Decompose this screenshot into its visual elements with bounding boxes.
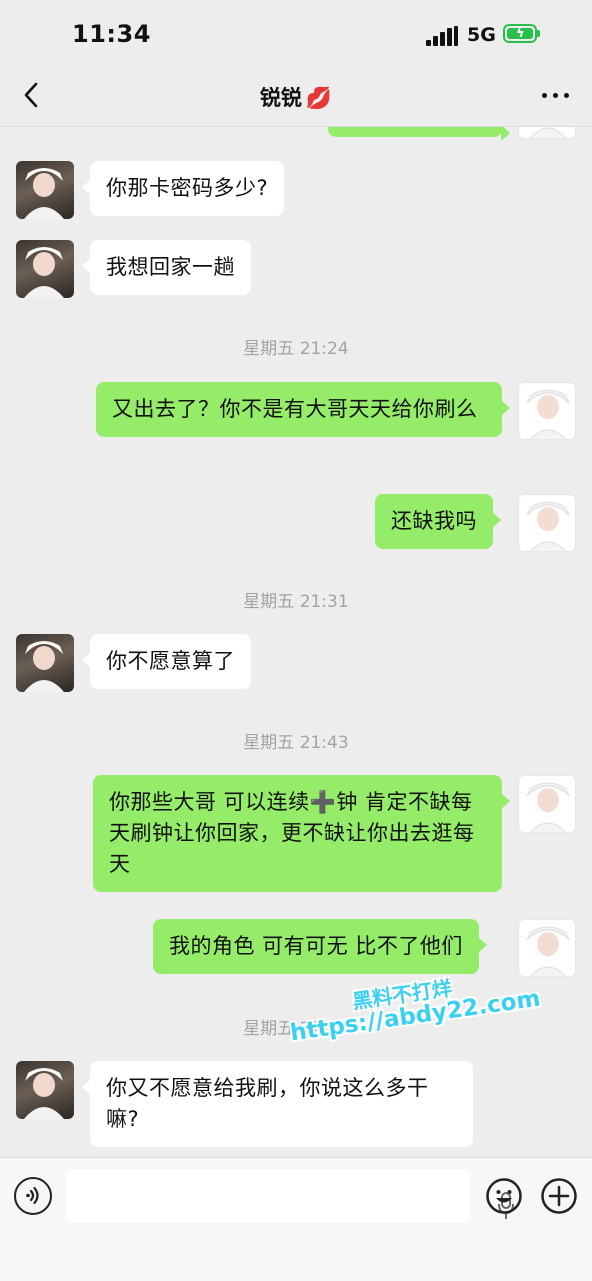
incoming-message[interactable]: 你不愿意算了 [82, 634, 251, 689]
timestamp: 星期五 22:13 [243, 1019, 349, 1039]
status-bar: 11:34 5G ϟ [0, 0, 592, 64]
chat-header: 锐锐 💋 [0, 64, 592, 127]
plus-icon[interactable] [540, 1177, 578, 1215]
status-time: 11:34 [72, 20, 151, 48]
self-avatar[interactable] [518, 382, 576, 440]
contact-avatar[interactable] [16, 634, 74, 692]
timestamp: 星期五 21:31 [243, 592, 349, 612]
signal-icon [426, 26, 460, 46]
message-list[interactable]: 你那卡密码多少? 我想回家一趟 星期五 21:24 又出去了？你不是有大哥天天给… [0, 127, 592, 1157]
contact-avatar[interactable] [16, 240, 74, 298]
network-type: 5G [467, 24, 496, 46]
input-bar [0, 1157, 592, 1281]
self-avatar[interactable] [518, 919, 576, 977]
self-avatar[interactable] [518, 127, 576, 139]
outgoing-message[interactable]: 你那些大哥 可以连续➕钟 肯定不缺每天刷钟让你回家，更不缺让你出去逛每天 [93, 775, 510, 892]
outgoing-message[interactable]: 又出去了？你不是有大哥天天给你刷么 [96, 382, 510, 437]
more-icon[interactable] [536, 80, 576, 110]
incoming-message[interactable]: 我想回家一趟 [82, 240, 251, 295]
voice-icon[interactable] [14, 1177, 52, 1215]
self-avatar[interactable] [518, 775, 576, 833]
chat-title: 锐锐 💋 [0, 82, 592, 112]
incoming-message[interactable]: 你又不愿意给我刷，你说这么多干嘛? [82, 1061, 473, 1147]
contact-avatar[interactable] [16, 161, 74, 219]
message-input[interactable] [66, 1169, 514, 1223]
message-bubble-partial[interactable] [328, 127, 510, 141]
battery-icon: ϟ [503, 24, 540, 43]
outgoing-message[interactable]: 我的角色 可有可无 比不了他们 [153, 919, 487, 974]
lips-emoji: 💋 [305, 86, 333, 110]
contact-name: 锐锐 [259, 86, 302, 110]
timestamp: 星期五 21:43 [243, 733, 349, 753]
contact-avatar[interactable] [16, 1061, 74, 1119]
incoming-message[interactable]: 你那卡密码多少? [81, 161, 285, 216]
timestamp: 星期五 21:24 [243, 339, 349, 359]
outgoing-message[interactable]: 还缺我吗 [375, 494, 501, 549]
self-avatar[interactable] [518, 494, 576, 552]
emoji-icon[interactable] [485, 1177, 523, 1215]
